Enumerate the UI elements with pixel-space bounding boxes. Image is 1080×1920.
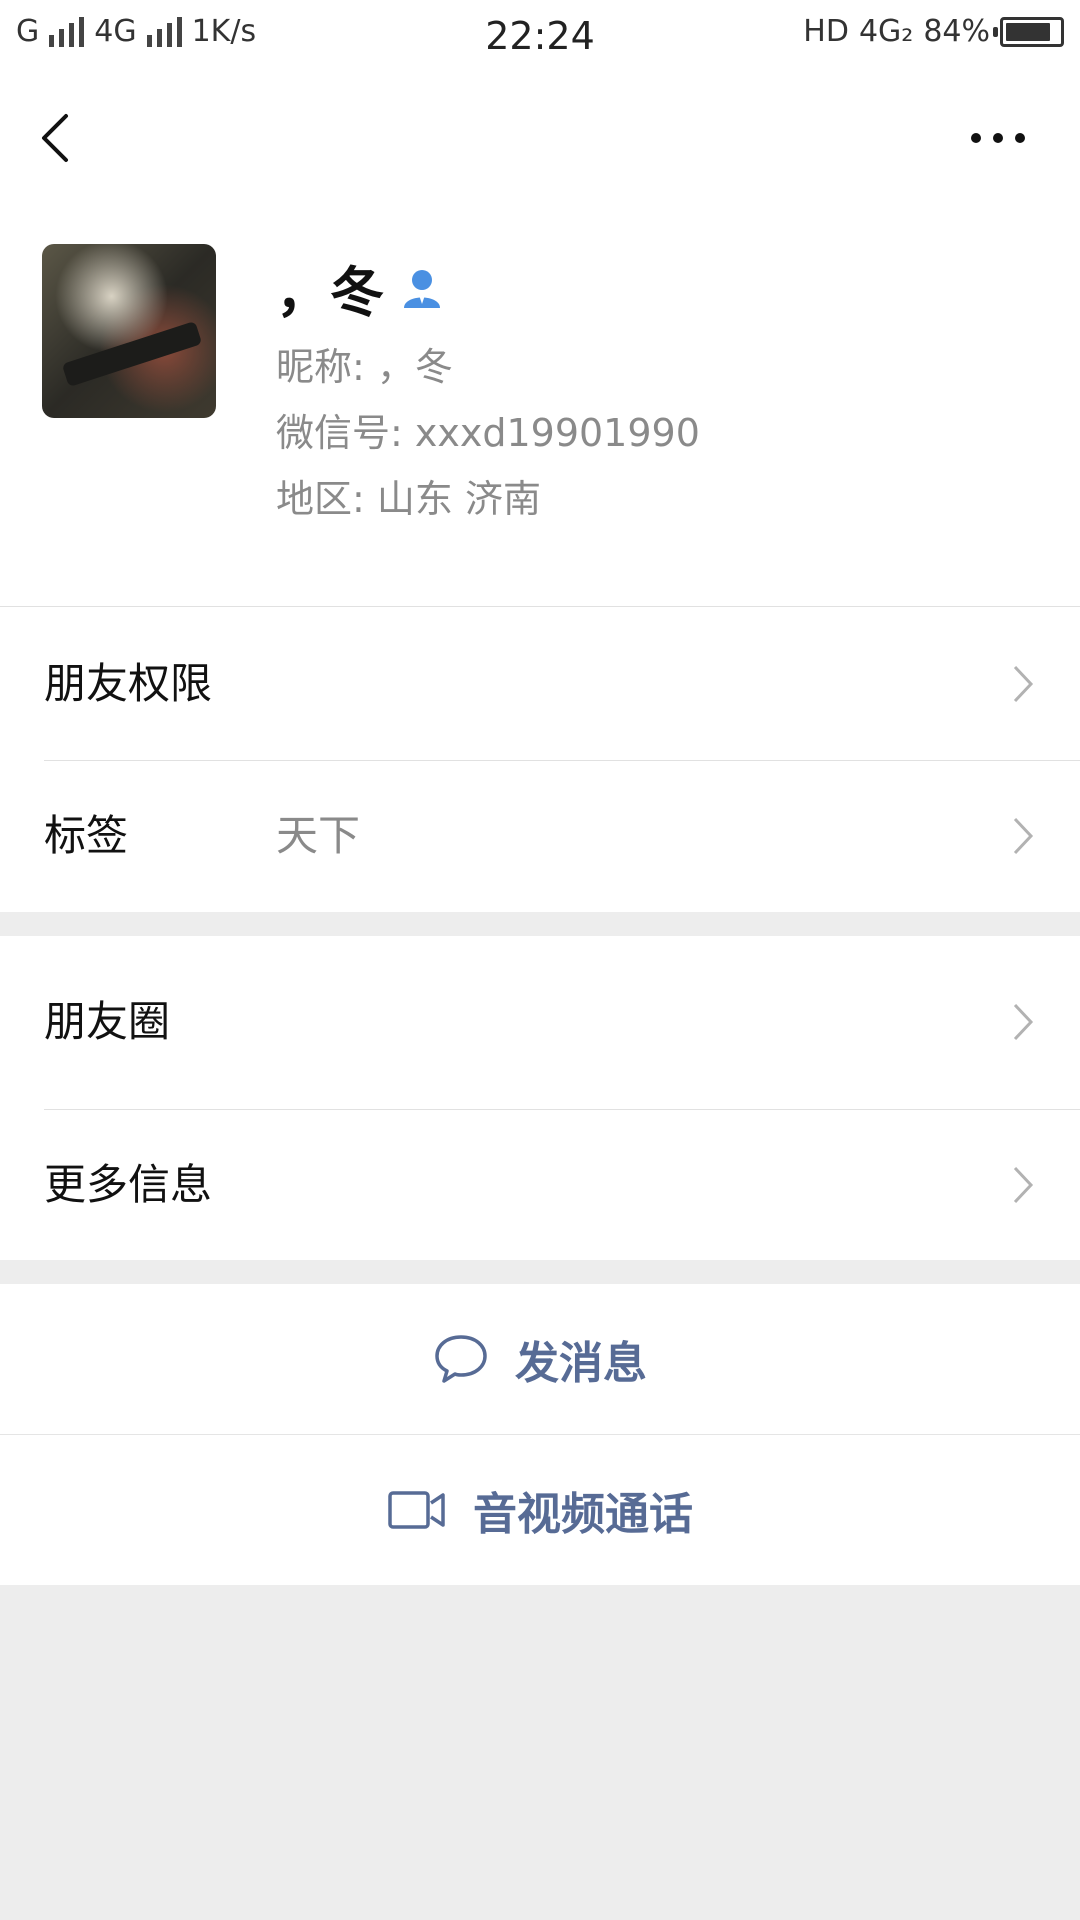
battery-percent: 84% [923, 14, 990, 49]
battery-icon [993, 16, 1064, 47]
more-info-label: 更多信息 [44, 1160, 213, 1209]
more-info-row[interactable]: 更多信息 [0, 1110, 1080, 1260]
friend-permission-label: 朋友权限 [44, 659, 213, 708]
tag-value: 天下 [276, 811, 361, 860]
tag-label: 标签 [44, 811, 129, 860]
menu-group-2: 朋友圈 更多信息 [0, 936, 1080, 1260]
send-message-button[interactable]: 发消息 [0, 1284, 1080, 1434]
status-bar: G 4G 1K/s 22:24 HD 4G₂ 84% [0, 0, 1080, 76]
avatar[interactable] [42, 244, 216, 418]
back-arrow-icon[interactable] [38, 112, 74, 164]
moments-label: 朋友圈 [44, 997, 171, 1046]
display-name-text: ，冬 [276, 261, 384, 324]
status-right: HD 4G₂ 84% [803, 14, 1064, 49]
divider [0, 606, 1080, 607]
hd-label: HD [803, 14, 849, 49]
chevron-right-icon [1013, 817, 1034, 855]
menu-group-1: 朋友权限 标签 天下 [0, 606, 1080, 912]
chevron-right-icon [1013, 665, 1034, 703]
send-message-label: 发消息 [515, 1338, 647, 1389]
display-name: ，冬 [276, 248, 444, 327]
friend-permission-row[interactable]: 朋友权限 [0, 608, 1080, 760]
profile-header: ，冬 昵称: ，冬 微信号: xxxd19901990 地区: 山东 济南 [0, 196, 1080, 606]
chevron-right-icon [1013, 1003, 1034, 1041]
network-type: 4G₂ [858, 14, 914, 49]
moments-row[interactable]: 朋友圈 [0, 936, 1080, 1108]
region-line: 地区: 山东 济南 [276, 477, 541, 521]
tag-row[interactable]: 标签 天下 [0, 760, 1080, 912]
video-camera-icon [388, 1491, 445, 1529]
nav-bar [0, 76, 1080, 196]
chat-bubble-icon [435, 1335, 487, 1383]
person-icon [404, 269, 440, 308]
video-call-label: 音视频通话 [473, 1489, 693, 1540]
chevron-right-icon [1013, 1166, 1034, 1204]
more-options-icon[interactable] [970, 132, 1026, 144]
wechat-id-line[interactable]: 微信号: xxxd19901990 [276, 402, 700, 457]
video-call-button[interactable]: 音视频通话 [0, 1435, 1080, 1585]
nickname-line: 昵称: ，冬 [276, 345, 453, 389]
